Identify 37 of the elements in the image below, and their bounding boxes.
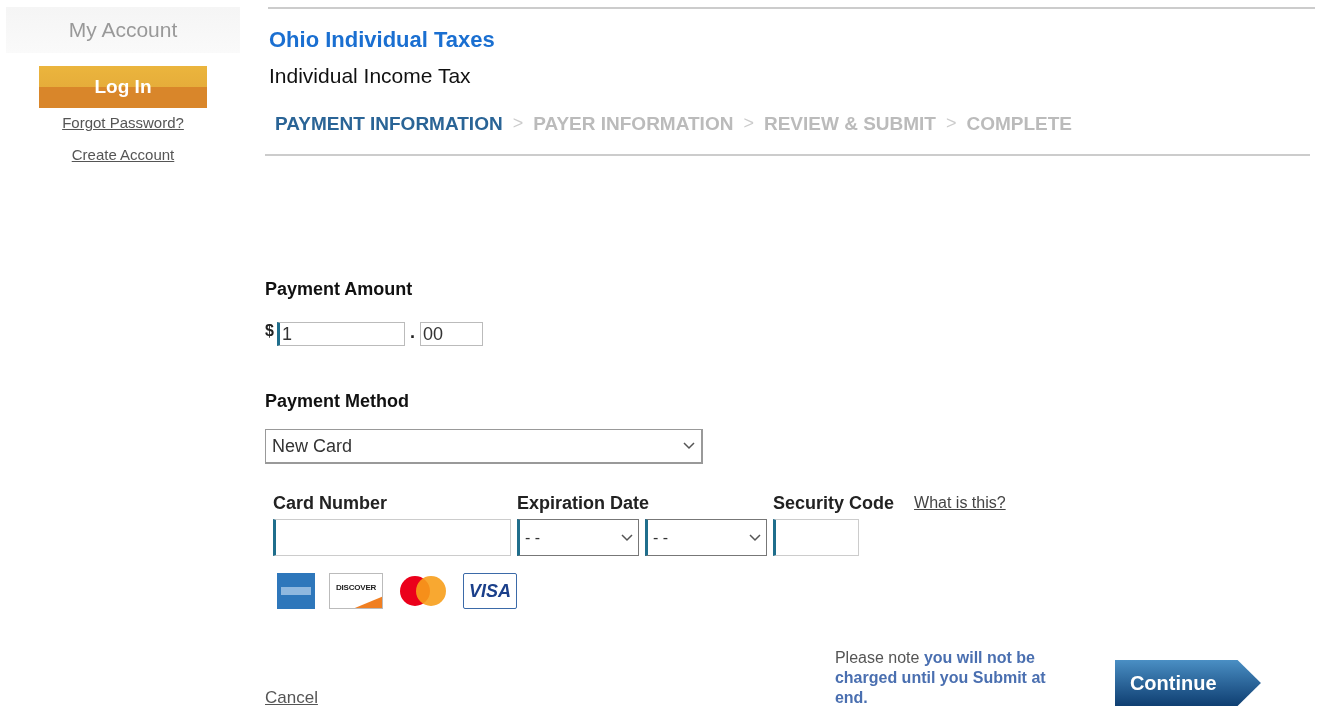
page-subtitle: Individual Income Tax [269, 63, 472, 89]
decimal-point: . [409, 321, 415, 344]
currency-symbol: $ [265, 321, 274, 341]
mastercard-circles-icon [397, 573, 449, 609]
cents-field[interactable]: 00 [419, 322, 483, 346]
card-field[interactable] [273, 519, 511, 556]
account-title: My Account [68, 17, 178, 44]
progress-step: COMPLETE [966, 109, 1073, 138]
account-link[interactable]: Forgot Password? [62, 112, 184, 135]
card-logo: VISA [463, 573, 517, 609]
continue-button[interactable]: Continue [1114, 660, 1261, 706]
step-separator: > [945, 112, 957, 136]
chevron-down-icon [621, 533, 633, 542]
account-link[interactable]: Create Account [71, 143, 175, 166]
dollars-field[interactable]: 1 [276, 322, 405, 346]
expiration-select[interactable]: - - [517, 519, 639, 556]
card-logo-icon [277, 573, 315, 609]
progress-step: REVIEW & SUBMIT [763, 109, 936, 138]
field-label: Expiration Date [517, 491, 650, 515]
step-separator: > [743, 112, 754, 136]
field-label: Payment Method [265, 390, 411, 413]
payment-method-select[interactable]: New Card [265, 429, 703, 464]
step-separator: > [512, 112, 524, 136]
field-label: Security Code [773, 491, 895, 515]
expiration-select[interactable]: - - [645, 519, 767, 556]
cancel-link[interactable]: Cancel [265, 684, 318, 710]
progress-step: PAYMENT INFORMATION [275, 109, 503, 138]
help-link[interactable]: What is this? [914, 491, 1006, 515]
page-title: Ohio Individual Taxes [269, 26, 496, 54]
chevron-down-icon [683, 442, 695, 450]
field-label: Card Number [273, 491, 388, 515]
charge-note: Please note you will not be charged until you Submit at end. [834, 648, 1047, 708]
progress-step: PAYER INFORMATION [533, 109, 734, 138]
card-logo: DISCOVER [329, 573, 383, 609]
chevron-down-icon [749, 533, 761, 542]
card-field[interactable] [773, 519, 859, 556]
field-label: Payment Amount [265, 278, 414, 301]
